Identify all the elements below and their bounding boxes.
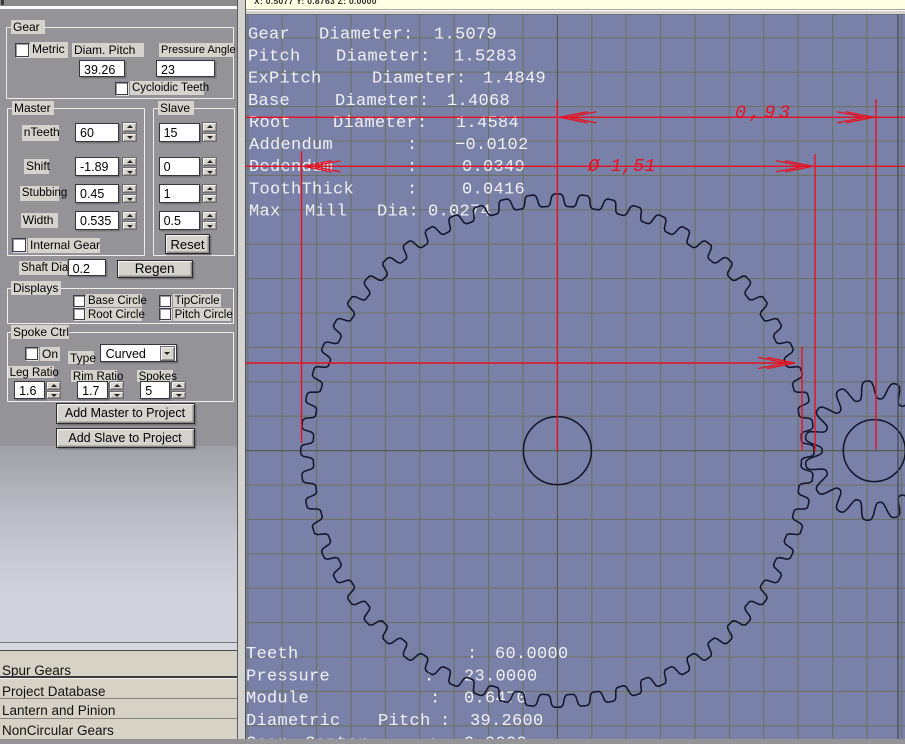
svg-text:Dia:: Dia:: [377, 203, 419, 222]
svg-text:Ø 1,51: Ø 1,51: [587, 156, 656, 177]
svg-text:Module: Module: [246, 690, 309, 709]
svg-text:0.0416: 0.0416: [462, 180, 525, 199]
svg-text::: :: [428, 734, 439, 739]
svg-text:39.2600: 39.2600: [470, 712, 544, 731]
svg-text:Diameter:: Diameter:: [336, 48, 431, 67]
svg-text::: :: [430, 690, 441, 709]
svg-text:Gear: Gear: [246, 734, 288, 739]
svg-text:−0.0102: −0.0102: [455, 136, 529, 155]
svg-text::: :: [407, 158, 418, 177]
svg-text:60.0000: 60.0000: [495, 645, 569, 664]
svg-text:Pitch: Pitch: [248, 48, 301, 67]
svg-text:0,93: 0,93: [735, 102, 793, 123]
svg-text:Pressure: Pressure: [246, 667, 330, 686]
svg-text:1.4849: 1.4849: [483, 70, 546, 89]
svg-text:Base: Base: [248, 92, 290, 111]
svg-text::: :: [467, 645, 478, 664]
svg-text:Diametric: Diametric: [246, 712, 341, 731]
svg-text:Pitch: Pitch: [378, 712, 431, 731]
svg-text:Gear: Gear: [248, 25, 290, 44]
svg-text:Diameter:: Diameter:: [372, 70, 467, 89]
svg-text::: :: [407, 180, 418, 199]
svg-text:Max: Max: [249, 203, 281, 222]
svg-text:ExPitch: ExPitch: [248, 70, 322, 89]
svg-text:1.4068: 1.4068: [447, 92, 510, 111]
svg-text::: :: [407, 136, 418, 155]
svg-text:0.0349: 0.0349: [462, 158, 525, 177]
svg-text:0.0000: 0.0000: [464, 734, 527, 739]
svg-text::: :: [440, 712, 451, 731]
svg-text:1.5283: 1.5283: [454, 48, 517, 67]
svg-text:1.5079: 1.5079: [434, 25, 497, 44]
svg-text:Teeth: Teeth: [246, 645, 299, 664]
svg-text:Diameter:: Diameter:: [319, 25, 414, 44]
svg-text:23.0000: 23.0000: [464, 667, 538, 686]
svg-text:Addendum: Addendum: [249, 136, 333, 155]
svg-text:Mill: Mill: [305, 203, 347, 222]
svg-text:Center: Center: [305, 734, 368, 739]
svg-text:Diameter:: Diameter:: [335, 92, 430, 111]
